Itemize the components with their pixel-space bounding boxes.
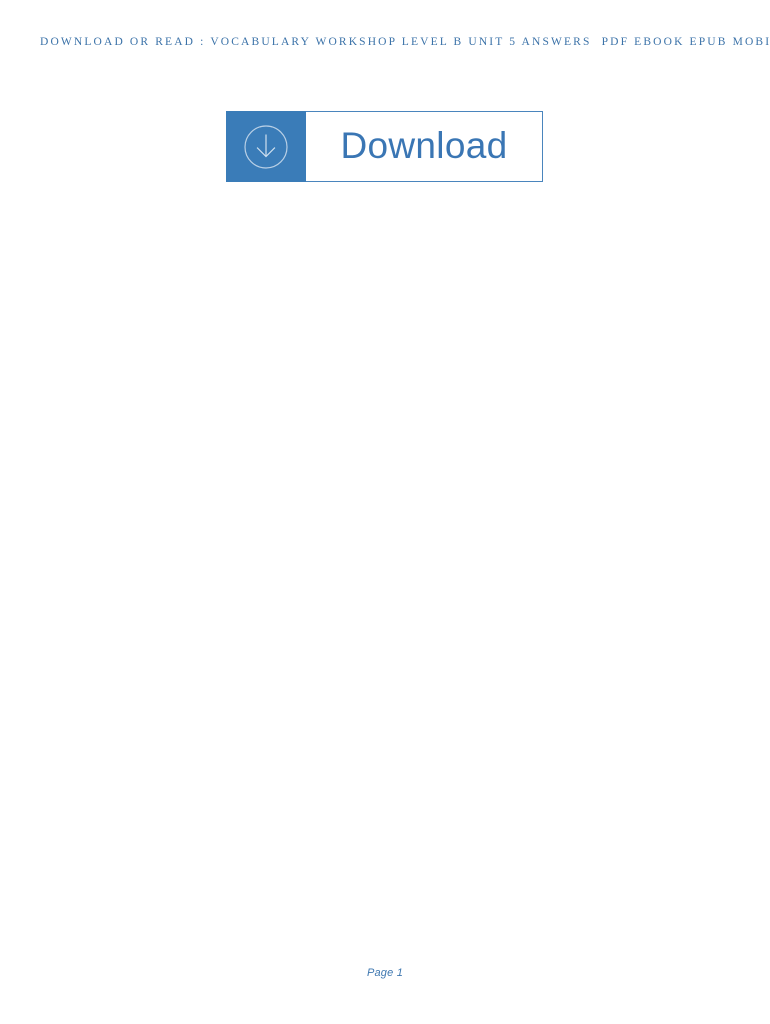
download-button[interactable]: Download (226, 111, 543, 182)
download-label-block: Download (306, 111, 543, 182)
download-button-label: Download (340, 124, 508, 166)
document-header-title: DOWNLOAD OR READ : VOCABULARY WORKSHOP L… (40, 36, 770, 48)
download-icon-block (226, 111, 306, 182)
page-number-footer: Page 1 (366, 967, 404, 979)
download-circle-arrow-icon (244, 124, 288, 169)
document-page: DOWNLOAD OR READ : VOCABULARY WORKSHOP L… (0, 0, 770, 1024)
